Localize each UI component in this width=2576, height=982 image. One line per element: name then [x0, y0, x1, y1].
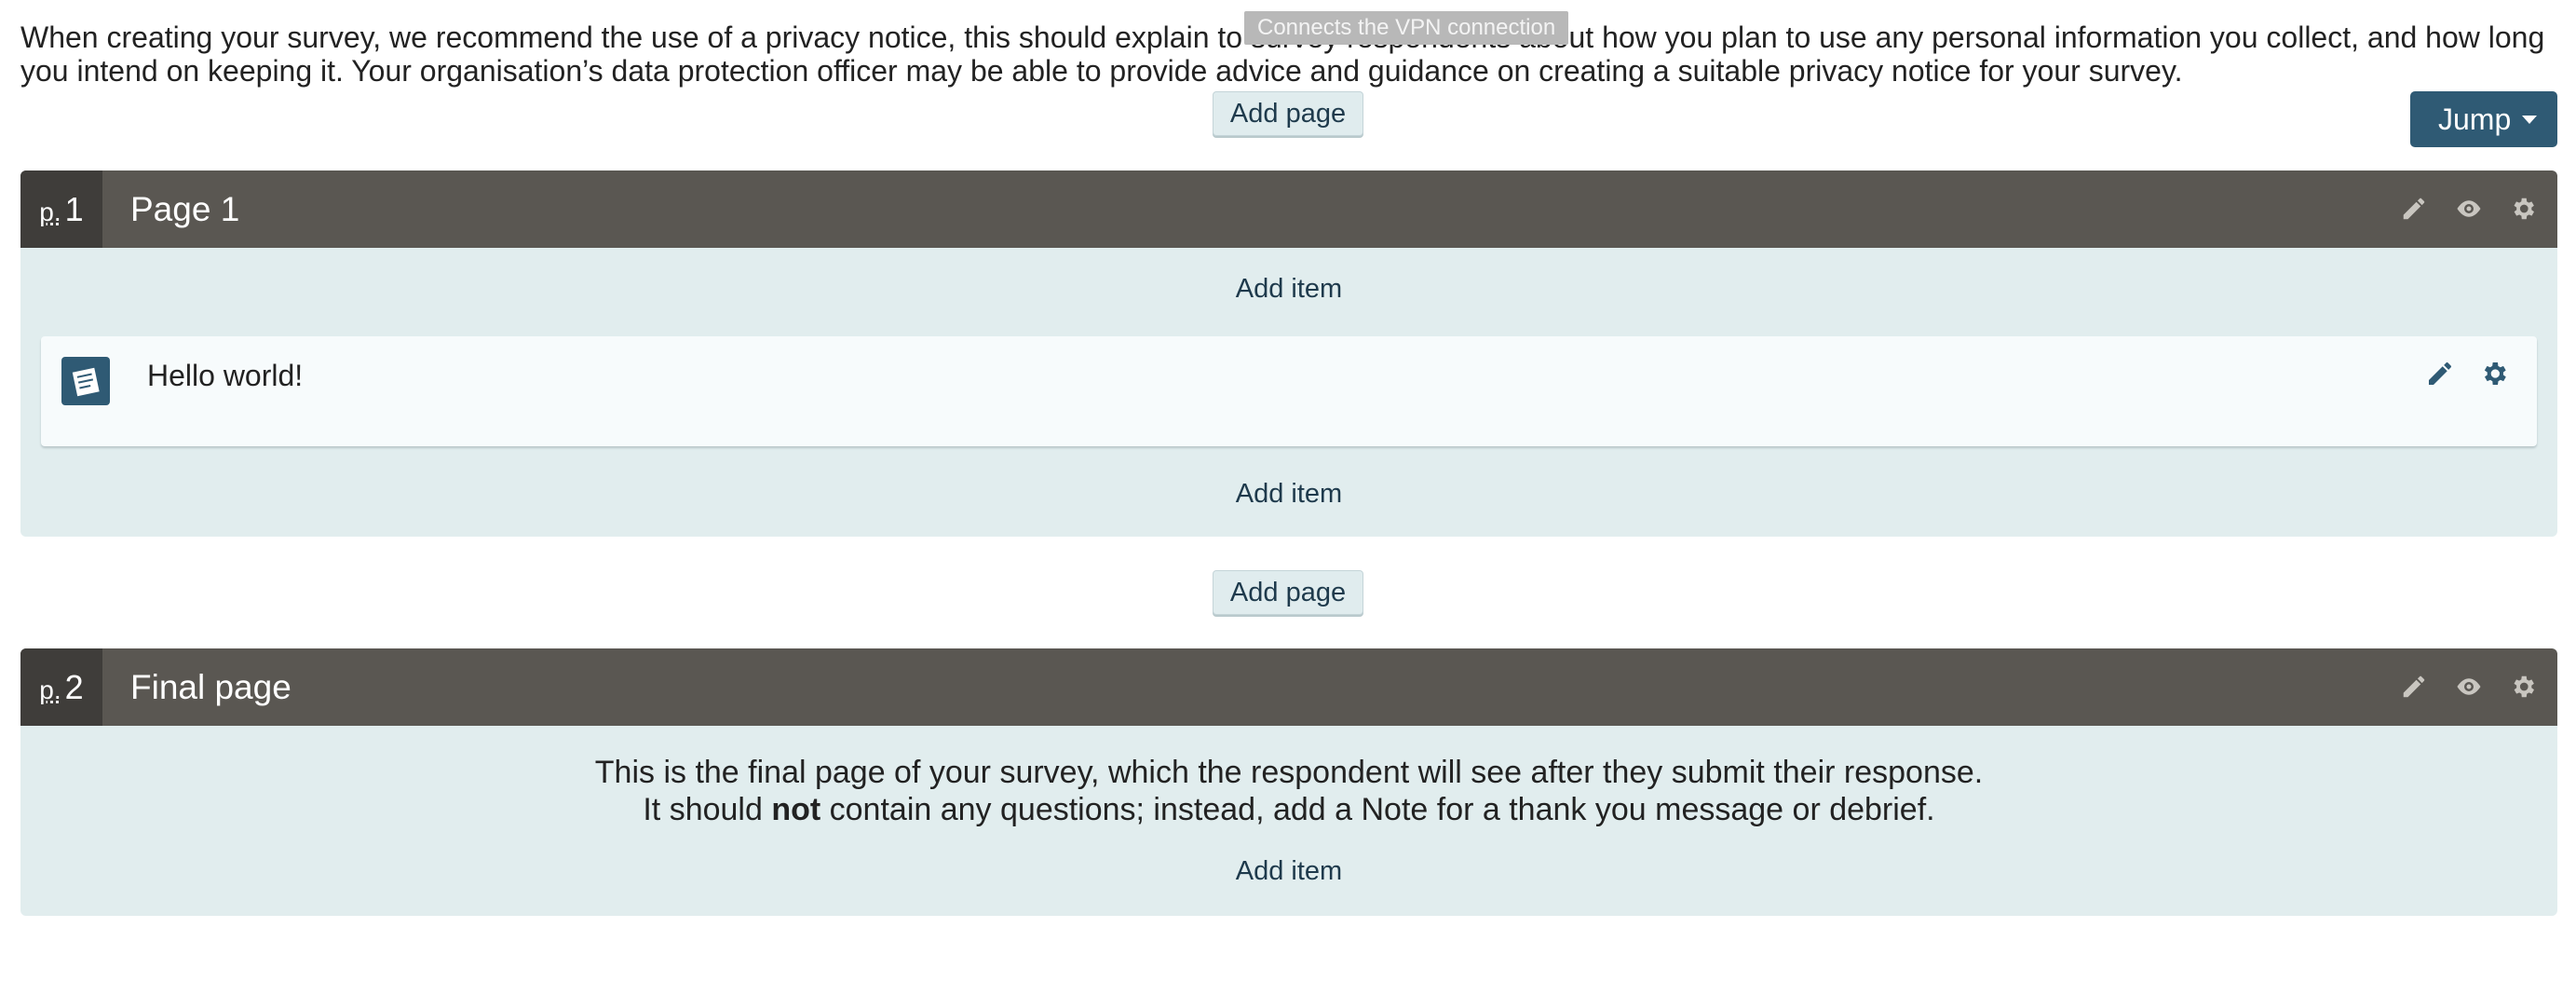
jump-dropdown-button[interactable]: Jump — [2410, 91, 2557, 147]
gear-icon[interactable] — [2479, 359, 2509, 389]
gear-icon[interactable] — [2507, 673, 2539, 701]
description-emphasis: not — [771, 792, 821, 827]
page-block-final: p. 2 Final page This is the final page of… — [20, 648, 2557, 916]
page-prefix: p. — [39, 675, 61, 704]
pencil-icon[interactable] — [2398, 673, 2430, 701]
final-page-description-line1: This is the final page of your survey, w… — [594, 755, 1984, 790]
final-page-description-line2: It should not contain any questions; ins… — [20, 791, 2557, 828]
caret-down-icon — [2522, 116, 2537, 124]
page-body: This is the final page of your survey, w… — [20, 726, 2557, 916]
page-number: 1 — [64, 190, 84, 228]
add-item-button-top[interactable]: Add item — [20, 274, 2557, 305]
page-title: Page 1 — [130, 190, 240, 228]
gear-icon[interactable] — [2507, 195, 2539, 223]
eye-icon[interactable] — [2453, 673, 2485, 701]
pencil-icon[interactable] — [2425, 359, 2455, 389]
pencil-icon[interactable] — [2398, 195, 2430, 223]
jump-label: Jump — [2438, 102, 2512, 136]
page-header: p. 2 Final page — [20, 648, 2557, 726]
add-item-button-bottom[interactable]: Add item — [20, 479, 2557, 510]
eye-icon[interactable] — [2453, 195, 2485, 223]
page-number-badge: p. 2 — [20, 648, 102, 726]
vpn-tooltip: Connects the VPN connection — [1244, 11, 1569, 45]
item-text: Hello world! — [147, 359, 304, 392]
page-header: p. 1 Page 1 — [20, 170, 2557, 248]
add-page-button-middle[interactable]: Add page — [1213, 570, 1363, 615]
page-number: 2 — [64, 668, 84, 706]
item-card-note[interactable]: Hello world! — [41, 336, 2537, 446]
page-title: Final page — [130, 668, 291, 706]
note-icon — [61, 357, 110, 405]
page-prefix: p. — [39, 198, 61, 226]
page-body: Add item Hello world! Add item — [20, 248, 2557, 537]
description-text: contain any questions; instead, add a No… — [820, 792, 1935, 827]
add-page-button-top[interactable]: Add page — [1213, 91, 1363, 136]
page-number-badge: p. 1 — [20, 170, 102, 248]
add-item-button[interactable]: Add item — [20, 856, 2557, 887]
final-page-description: This is the final page of your survey, w… — [20, 754, 2557, 828]
page-block-1: p. 1 Page 1 Add item Hello world! Add it… — [20, 170, 2557, 537]
description-text: It should — [643, 792, 772, 827]
